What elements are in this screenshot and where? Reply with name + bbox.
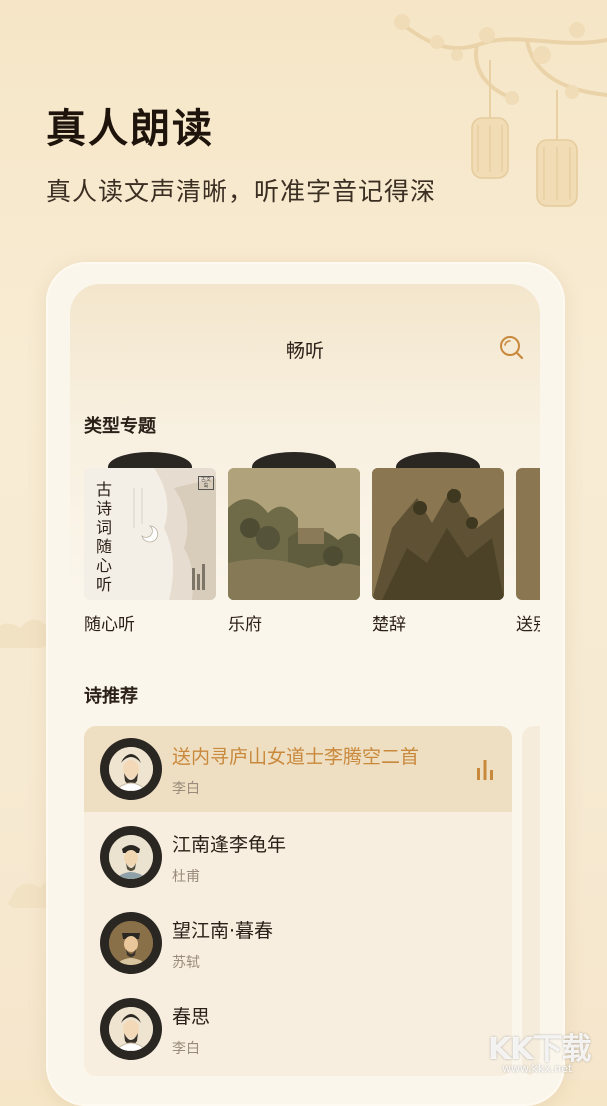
plum-branch-decoration: [394, 14, 607, 207]
topic-carousel[interactable]: 古诗词随心听 古文岛 随心听 乐府 楚辞 送: [84, 452, 540, 635]
poem-author: 杜甫: [172, 869, 200, 885]
poet-portrait: [109, 921, 153, 965]
landscape-painting: [228, 468, 360, 600]
poet-portrait: [109, 1007, 153, 1051]
kkx-watermark: KK下载 www.kkx.net: [488, 1020, 606, 1078]
search-icon[interactable]: [498, 334, 524, 360]
topic-label: 乐府: [228, 615, 262, 635]
poem-list: 送内寻庐山女道士李腾空二首 李白 江南逢李龟年 杜甫 望江南·暮春 苏轼 春思 …: [84, 726, 512, 1076]
mountain-painting: [372, 468, 504, 600]
avatar: [100, 826, 162, 888]
poem-title: 送内寻庐山女道士李腾空二首: [172, 746, 420, 768]
cover-badge: 古文岛: [198, 476, 214, 490]
section-title-topics: 类型专题: [84, 416, 156, 437]
topic-label: 随心听: [84, 615, 135, 635]
section-title-recommend: 诗推荐: [84, 686, 138, 707]
playing-equalizer-icon: [477, 760, 493, 780]
poet-portrait: [109, 747, 153, 791]
poem-author: 李白: [172, 1041, 200, 1057]
poem-row[interactable]: 江南逢李龟年 杜甫: [84, 814, 512, 900]
app-screen: 畅听 类型专题 古诗词随心听 古文岛 随心听 乐府 楚辞 送 诗推荐 送内寻庐山…: [70, 284, 540, 1084]
poet-portrait: [109, 835, 153, 879]
poem-title: 春思: [172, 1006, 211, 1028]
poem-row[interactable]: 春思 李白: [84, 986, 512, 1072]
avatar: [100, 738, 162, 800]
promo-headline: 真人朗读: [46, 105, 214, 152]
cover-title: 古诗词随心听: [96, 480, 113, 594]
avatar: [100, 998, 162, 1060]
topic-cover: [516, 468, 540, 600]
topic-label: 送别: [516, 615, 540, 635]
topic-cover: 古诗词随心听 古文岛: [84, 468, 216, 600]
topic-label: 楚辞: [372, 615, 406, 635]
topic-cover: [228, 468, 360, 600]
avatar: [100, 912, 162, 974]
promo-subline: 真人读文声清晰，听准字音记得深: [46, 177, 437, 206]
poem-author: 李白: [172, 781, 200, 797]
page-title: 畅听: [285, 340, 324, 362]
topic-cover: [372, 468, 504, 600]
poem-author: 苏轼: [172, 955, 200, 971]
poem-row[interactable]: 望江南·暮春 苏轼: [84, 900, 512, 986]
poem-title: 江南逢李龟年: [172, 834, 287, 856]
watermark-url: www.kkx.net: [502, 1062, 573, 1075]
poem-row[interactable]: 送内寻庐山女道士李腾空二首 李白: [84, 726, 512, 812]
poem-title: 望江南·暮春: [172, 920, 274, 942]
